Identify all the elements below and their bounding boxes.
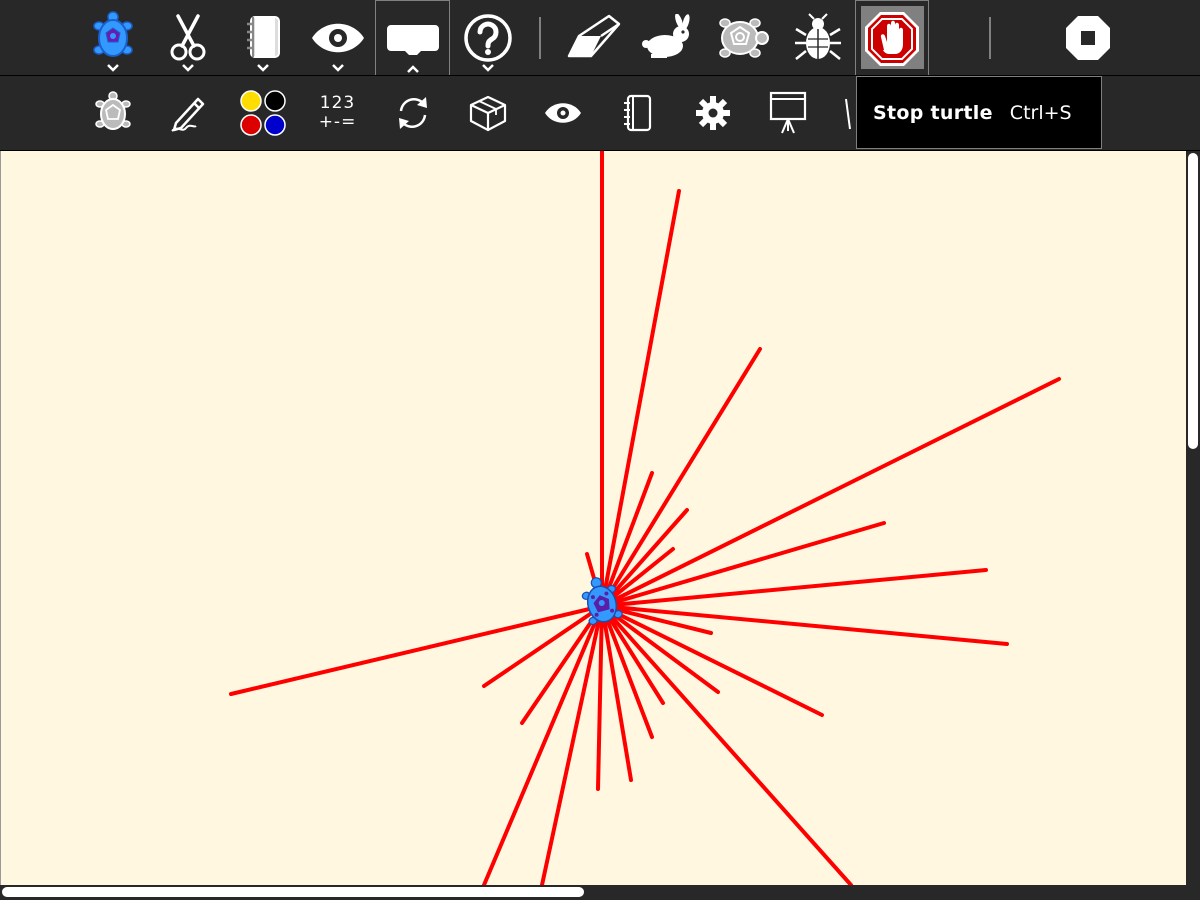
journal-media-icon <box>623 94 651 132</box>
activity-button[interactable] <box>75 0 150 75</box>
chevron-down-icon <box>106 64 119 72</box>
chevron-down-icon <box>181 64 194 72</box>
view-button[interactable] <box>300 0 375 75</box>
rabbit-run-fast-icon <box>641 13 690 58</box>
turtle-run-slow-icon <box>718 17 769 58</box>
tooltip-shortcut: Ctrl+S <box>1009 101 1072 124</box>
palette-media-button[interactable] <box>600 76 675 150</box>
journal-notebook-icon <box>246 15 280 58</box>
toolbar-separator <box>539 17 541 59</box>
horizontal-scrollbar[interactable] <box>0 885 1186 900</box>
chevron-down-icon <box>331 64 344 72</box>
drawing-surface <box>229 151 1061 885</box>
colors-icon <box>239 90 286 136</box>
palette-colors-button[interactable] <box>225 76 300 150</box>
horizontal-scroll-thumb[interactable] <box>2 887 584 897</box>
edit-button[interactable] <box>150 0 225 75</box>
vertical-scroll-thumb[interactable] <box>1188 153 1198 449</box>
vertical-scrollbar[interactable] <box>1186 151 1200 885</box>
chevron-up-icon <box>406 65 419 73</box>
tooltip-label: Stop turtle <box>873 101 993 124</box>
bug-debug-icon <box>794 12 841 60</box>
numbers-label-line1: 123 <box>319 93 356 113</box>
run-slow-button[interactable] <box>705 0 780 75</box>
clear-button[interactable] <box>555 0 630 75</box>
pen-line <box>600 604 853 885</box>
pen-line <box>229 604 604 696</box>
numbers-icon: 123 +-= <box>319 94 357 132</box>
chevron-down-icon <box>481 64 494 72</box>
turtle-activity-icon <box>92 10 133 57</box>
help-icon <box>463 13 512 62</box>
numbers-label-line2: +-= <box>318 112 357 132</box>
debug-button[interactable] <box>780 0 855 75</box>
palette-toolbar-button[interactable] <box>375 0 450 76</box>
turtle-canvas[interactable] <box>0 151 1186 885</box>
palette-flow-button[interactable] <box>375 76 450 150</box>
view-journal-button[interactable] <box>225 0 300 75</box>
presentation-easel-icon <box>769 91 806 134</box>
help-button[interactable] <box>450 0 525 75</box>
palette-boxes-button[interactable] <box>450 76 525 150</box>
stop-activity-button[interactable] <box>1050 0 1125 75</box>
eraser-icon <box>567 14 620 57</box>
gear-icon <box>695 96 730 130</box>
palette-toggle-icon <box>386 24 439 55</box>
palette-sensors-button[interactable] <box>525 76 600 150</box>
chevron-down-icon <box>256 64 269 72</box>
trash-icon <box>845 98 851 130</box>
pen-line <box>596 604 604 791</box>
main-toolbar <box>0 0 1200 76</box>
palette-presentation-button[interactable] <box>750 76 825 150</box>
stop-activity-icon <box>1065 15 1110 60</box>
palette-turtle-button[interactable] <box>75 76 150 150</box>
run-fast-button[interactable] <box>630 0 705 75</box>
stop-turtle-button[interactable] <box>855 0 929 76</box>
turtle-palette-icon <box>94 91 131 130</box>
stop-turtle-tooltip: Stop turtle Ctrl+S <box>856 76 1102 149</box>
palette-trash-button[interactable] <box>825 76 856 150</box>
toolbar-separator <box>989 17 991 59</box>
palette-numbers-button[interactable]: 123 +-= <box>300 76 375 150</box>
eye-icon <box>311 23 364 52</box>
stop-hand-icon <box>865 11 919 66</box>
flow-loop-icon <box>398 97 427 129</box>
palette-extras-button[interactable] <box>675 76 750 150</box>
eye-sensor-icon <box>544 103 581 123</box>
scissors-icon <box>170 13 205 60</box>
box-icon <box>469 95 506 132</box>
pen-icon <box>170 97 204 132</box>
palette-pen-button[interactable] <box>150 76 225 150</box>
